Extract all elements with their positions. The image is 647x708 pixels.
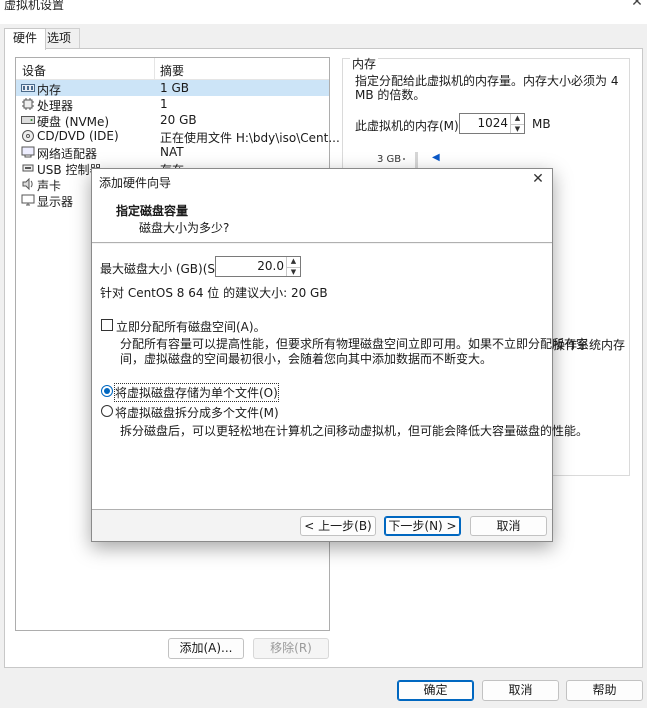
dialog-cancel-button[interactable]: 取消 — [470, 516, 547, 536]
add-hardware-wizard-dialog: 添加硬件向导 ✕ 指定磁盘容量 磁盘大小为多少? 最大磁盘大小 (GB)(S):… — [91, 168, 588, 542]
dialog-body: 最大磁盘大小 (GB)(S): 20.0 ▲ ▼ 针对 CentOS 8 64 … — [92, 244, 588, 510]
network-icon — [21, 146, 35, 158]
next-button[interactable]: 下一步(N) > — [384, 516, 461, 536]
disk-size-spinner[interactable]: 20.0 ▲ ▼ — [215, 256, 301, 277]
device-summary: NAT — [160, 145, 184, 159]
memory-scale-label: 3 GB — [377, 154, 402, 165]
device-list-header: 设备 摘要 — [16, 58, 329, 80]
scale-tick — [403, 158, 405, 160]
allocate-description-line2: 间，虚拟磁盘的空间最初很小，会随着您向其中添加数据而不断变大。 — [120, 352, 493, 366]
window-titlebar: 虚拟机设置 ✕ — [0, 0, 647, 24]
max-size-label: 最大磁盘大小 (GB)(S): — [100, 262, 224, 276]
dialog-close-icon[interactable]: ✕ — [528, 171, 548, 187]
recommended-size-text: 针对 CentOS 8 64 位 的建议大小: 20 GB — [100, 286, 328, 300]
display-icon — [21, 194, 35, 206]
memory-value[interactable]: 1024 — [477, 116, 508, 130]
memory-spinner[interactable]: 1024 ▲ ▼ — [459, 113, 525, 134]
device-summary: 1 GB — [160, 81, 189, 95]
single-file-label[interactable]: 将虚拟磁盘存储为单个文件(O) — [114, 383, 279, 402]
allocate-all-checkbox[interactable] — [101, 319, 113, 331]
dialog-header-title: 指定磁盘容量 — [116, 204, 189, 218]
column-header-summary[interactable]: 摘要 — [160, 62, 184, 79]
disk-size-value[interactable]: 20.0 — [257, 259, 284, 273]
split-file-radio[interactable] — [101, 405, 113, 417]
device-row-hard-disk[interactable]: 硬盘 (NVMe) 20 GB — [16, 112, 329, 129]
tab-hardware[interactable]: 硬件 — [4, 28, 47, 50]
column-header-device[interactable]: 设备 — [22, 62, 46, 79]
cancel-button[interactable]: 取消 — [482, 680, 559, 701]
close-icon[interactable]: ✕ — [627, 0, 647, 10]
device-summary: 20 GB — [160, 113, 197, 127]
remove-device-button[interactable]: 移除(R) — [253, 638, 329, 659]
dialog-title: 添加硬件向导 — [99, 176, 172, 190]
dialog-header: 指定磁盘容量 磁盘大小为多少? — [92, 193, 552, 243]
column-divider — [154, 58, 155, 79]
memory-icon — [21, 84, 35, 92]
sound-icon — [22, 178, 33, 190]
allocate-description-line1: 分配所有容量可以提高性能，但要求所有物理磁盘空间立即可用。如果不立即分配所有空 — [120, 337, 589, 351]
memory-description: 指定分配给此虚拟机的内存量。内存大小必须为 4 MB 的倍数。 — [355, 74, 619, 102]
memory-group-title: 内存 — [350, 55, 379, 72]
window-title: 虚拟机设置 — [4, 0, 65, 12]
device-name: CD/DVD (IDE) — [37, 129, 119, 143]
dialog-header-subtitle: 磁盘大小为多少? — [139, 221, 230, 235]
ok-button[interactable]: 确定 — [397, 680, 474, 701]
split-file-label[interactable]: 将虚拟磁盘拆分成多个文件(M) — [115, 404, 279, 421]
recommended-arrow-icon: ◀ — [432, 152, 440, 163]
memory-label: 此虚拟机的内存(M): — [355, 119, 463, 133]
disk-icon — [21, 116, 35, 124]
device-row-memory[interactable]: 内存 1 GB — [16, 80, 329, 97]
cdrom-icon — [22, 130, 34, 142]
device-name: 显示器 — [37, 195, 74, 209]
memory-unit: MB — [532, 117, 551, 131]
device-summary: 1 — [160, 97, 168, 111]
dialog-titlebar: 添加硬件向导 ✕ — [92, 169, 552, 193]
help-button[interactable]: 帮助 — [566, 680, 643, 701]
device-row-network[interactable]: 网络适配器 NAT — [16, 144, 329, 161]
single-file-radio[interactable] — [101, 385, 113, 397]
spin-down-icon[interactable]: ▼ — [510, 124, 524, 133]
spin-down-icon[interactable]: ▼ — [286, 267, 300, 276]
add-device-button[interactable]: 添加(A)... — [168, 638, 244, 659]
back-button[interactable]: < 上一步(B) — [300, 516, 376, 536]
device-row-cdrom[interactable]: CD/DVD (IDE) 正在使用文件 H:\bdy\iso\Cent... — [16, 128, 340, 145]
memory-slider-track[interactable] — [415, 152, 418, 168]
spin-up-icon[interactable]: ▲ — [286, 257, 300, 267]
cpu-icon — [22, 98, 34, 110]
device-row-processor[interactable]: 处理器 1 — [16, 96, 329, 113]
split-description: 拆分磁盘后，可以更轻松地在计算机之间移动虚拟机，但可能会降低大容量磁盘的性能。 — [120, 424, 589, 438]
usb-icon — [22, 164, 34, 172]
allocate-all-label[interactable]: 立即分配所有磁盘空间(A)。 — [116, 318, 266, 335]
spin-up-icon[interactable]: ▲ — [510, 114, 524, 124]
